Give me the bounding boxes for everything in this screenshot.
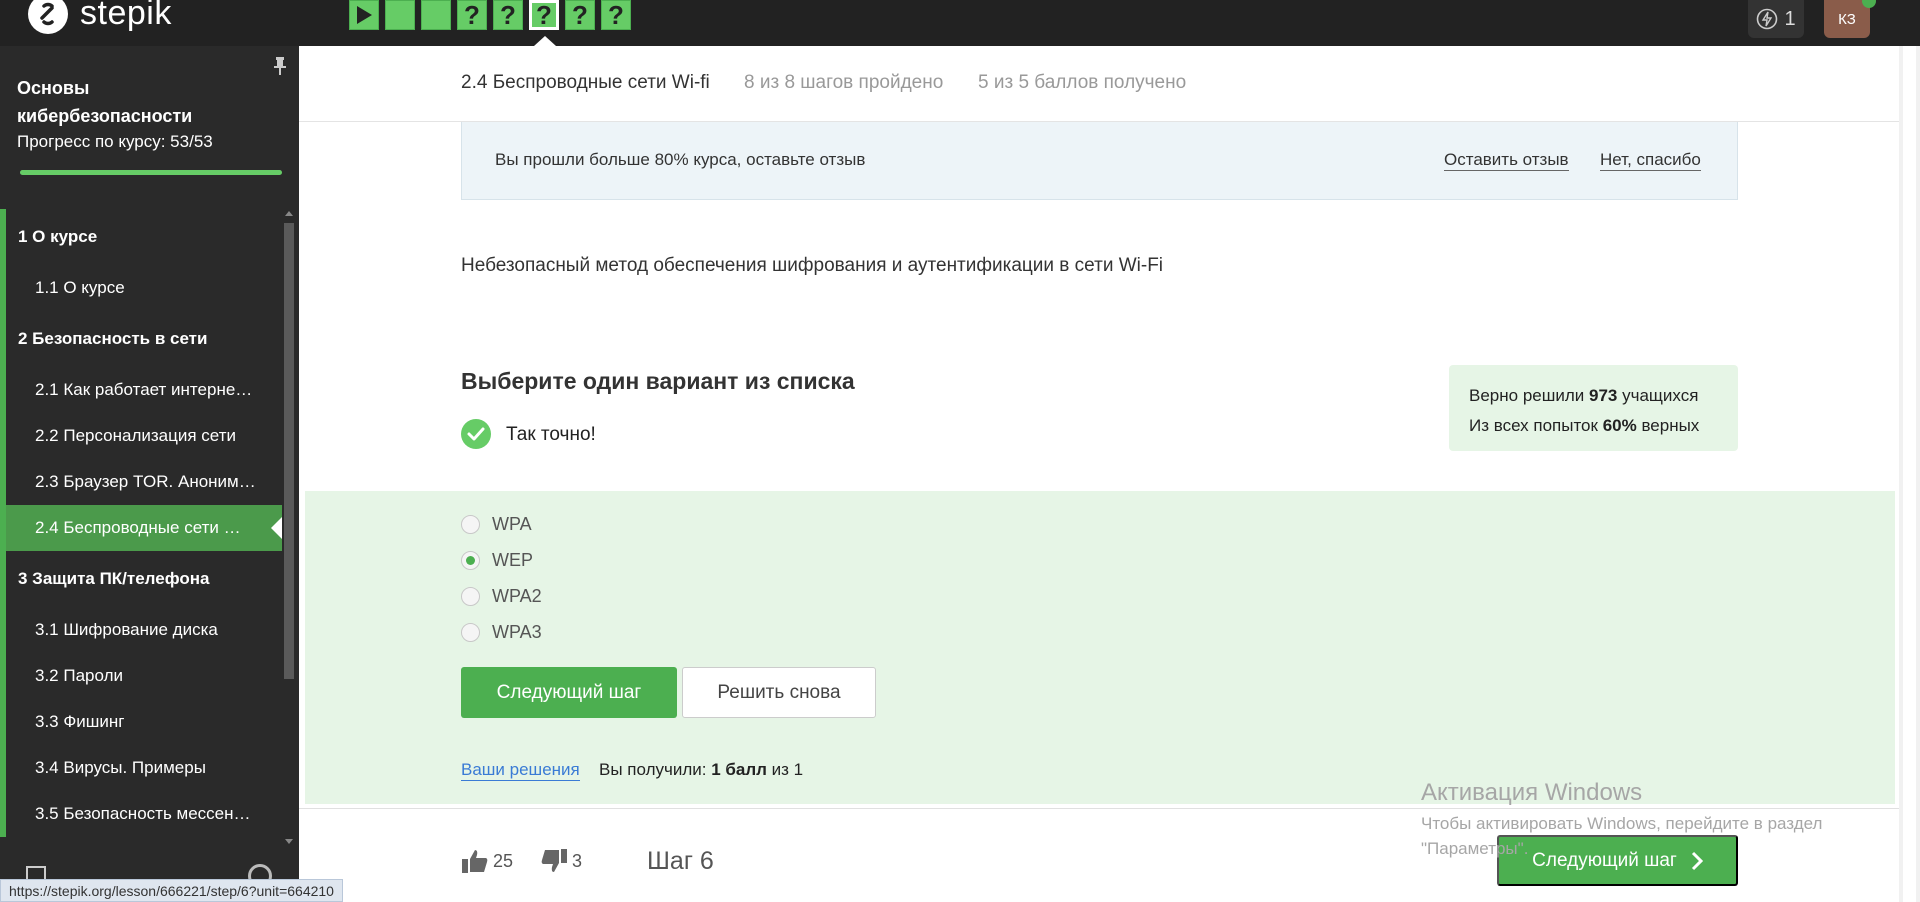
lesson-header: 2.4 Беспроводные сети Wi-fi 8 из 8 шагов…: [299, 46, 1899, 122]
dislike-button[interactable]: 3: [540, 848, 582, 874]
radio-button[interactable]: [461, 550, 480, 570]
sidebar-lesson-item[interactable]: 3.3 Фишинг: [6, 699, 282, 745]
step-6[interactable]: ?: [529, 0, 559, 30]
check-icon: [461, 419, 491, 449]
dislikes-count: 3: [572, 850, 583, 871]
scroll-up-arrow[interactable]: [285, 211, 293, 216]
answer-option-label: WPA: [492, 513, 532, 534]
like-button[interactable]: 25: [461, 848, 513, 874]
logo-text: stepik: [80, 0, 172, 32]
lesson-steps-progress: 8 из 8 шагов пройдено: [744, 72, 944, 93]
review-banner: Вы прошли больше 80% курса, оставьте отз…: [461, 122, 1738, 200]
sidebar-lesson-item[interactable]: 1.1 О курсе: [6, 265, 282, 311]
stats-attempts: Из всех попыток 60% верных: [1469, 416, 1700, 435]
step-navigation: ?????: [349, 0, 631, 30]
lesson-score: 5 из 5 баллов получено: [978, 72, 1187, 93]
stepik-logo-icon: [28, 0, 68, 34]
solve-again-button[interactable]: Решить снова: [682, 667, 876, 718]
stats-solved: Верно решили 973 учащихся: [1469, 386, 1699, 405]
energy-count: 1: [1784, 7, 1796, 30]
question-text: Небезопасный метод обеспечения шифровани…: [461, 255, 1164, 276]
sidebar-lesson-item[interactable]: 3.1 Шифрование диска: [6, 607, 282, 653]
sidebar-lesson-item[interactable]: 3.4 Вирусы. Примеры: [6, 745, 282, 791]
answer-option[interactable]: WPA2: [461, 584, 542, 608]
sidebar-lesson-item[interactable]: 2.1 Как работает интерне…: [6, 367, 282, 413]
radio-button[interactable]: [461, 622, 480, 642]
likes-count: 25: [493, 850, 514, 871]
nav-section-title[interactable]: 2 Безопасность в сети: [6, 311, 282, 367]
course-sidebar: Основы кибербезопасности Прогресс по кур…: [0, 46, 299, 902]
footer-divider: [299, 808, 1899, 809]
thumbs-up-icon: [462, 850, 488, 873]
step-7[interactable]: ?: [565, 0, 595, 30]
stepik-logo[interactable]: stepik: [28, 0, 172, 36]
nav-section: 1 О курсе 1.1 О курсе: [0, 209, 282, 311]
radio-selected-dot: [466, 555, 475, 565]
page-scroll-thumb[interactable]: [1903, 46, 1916, 902]
nav-section-title[interactable]: 3 Защита ПК/телефона: [6, 551, 282, 607]
status-bar-url: https://stepik.org/lesson/666221/step/6?…: [0, 879, 343, 902]
answer-option-label: WEP: [492, 549, 534, 570]
next-step-button[interactable]: Следующий шаг: [461, 667, 677, 718]
result-message: Так точно!: [506, 424, 596, 445]
score-line: Вы получили: 1 балл из 1: [599, 760, 804, 779]
lightning-icon: [1757, 8, 1778, 30]
step-label: Шаг 6: [647, 847, 714, 875]
step-3[interactable]: [421, 0, 451, 30]
pin-icon[interactable]: [272, 56, 288, 76]
answer-option[interactable]: WEP: [461, 548, 533, 572]
sidebar-lesson-item[interactable]: 2.2 Персонализация сети: [6, 413, 282, 459]
step-2[interactable]: [385, 0, 415, 30]
answer-option[interactable]: WPA: [461, 512, 532, 536]
sidebar-lesson-item[interactable]: 2.3 Браузер TOR. Аноним…: [6, 459, 282, 505]
step-4[interactable]: ?: [457, 0, 487, 30]
radio-button[interactable]: [461, 514, 480, 534]
sidebar-scrollbar[interactable]: [282, 209, 296, 849]
nav-section-title[interactable]: 1 О курсе: [6, 209, 282, 265]
energy-counter[interactable]: 1: [1748, 0, 1804, 38]
nav-section: 3 Защита ПК/телефона 3.1 Шифрование диска…: [0, 551, 282, 837]
sidebar-scroll-thumb[interactable]: [284, 223, 294, 679]
answer-option-label: WPA3: [492, 621, 542, 642]
lesson-title: 2.4 Беспроводные сети Wi-fi: [461, 72, 710, 93]
course-progress-bar: [20, 170, 282, 175]
answer-option[interactable]: WPA3: [461, 620, 542, 644]
thumbs-down-icon: [541, 849, 567, 872]
step-1[interactable]: [349, 0, 379, 30]
course-nav: 1 О курсе 1.1 О курсе 2 Безопасность в сет…: [0, 209, 282, 837]
leave-review-link[interactable]: Оставить отзыв: [1444, 150, 1569, 171]
answer-area: [305, 491, 1895, 804]
review-prompt: Вы прошли больше 80% курса, оставьте отз…: [495, 150, 866, 169]
sidebar-lesson-item[interactable]: 2.4 Беспроводные сети …: [6, 505, 282, 551]
top-bar: stepik ????? 1 КЗ: [0, 0, 1920, 46]
course-progress-fill: [20, 170, 282, 175]
nav-section: 2 Безопасность в сети 2.1 Как работает ин…: [0, 311, 282, 551]
sidebar-lesson-item[interactable]: 3.5 Безопасность мессен…: [6, 791, 282, 837]
radio-button[interactable]: [461, 586, 480, 606]
stats-box: Верно решили 973 учащихся Из всех попыто…: [1449, 365, 1738, 451]
active-step-pointer: [534, 36, 556, 46]
windows-activation-title: Активация Windows: [1421, 779, 1643, 806]
course-progress: Прогресс по курсу: 53/53: [17, 132, 213, 151]
your-solutions-link[interactable]: Ваши решения: [461, 760, 580, 781]
choose-title: Выберите один вариант из списка: [461, 368, 855, 394]
step-5[interactable]: ?: [493, 0, 523, 30]
step-8[interactable]: ?: [601, 0, 631, 30]
play-icon: [357, 6, 372, 24]
page-scrollbar[interactable]: [1899, 46, 1920, 902]
sidebar-lesson-item[interactable]: 3.2 Пароли: [6, 653, 282, 699]
course-title[interactable]: Основы кибербезопасности: [17, 74, 267, 130]
answer-option-label: WPA2: [492, 585, 542, 606]
windows-activation-subtitle: Чтобы активировать Windows, перейдите в …: [1421, 814, 1823, 858]
fullscreen-icon[interactable]: [26, 866, 46, 880]
notification-dot: [1862, 0, 1876, 8]
scroll-down-arrow[interactable]: [285, 839, 293, 844]
no-thanks-link[interactable]: Нет, спасибо: [1600, 150, 1701, 171]
